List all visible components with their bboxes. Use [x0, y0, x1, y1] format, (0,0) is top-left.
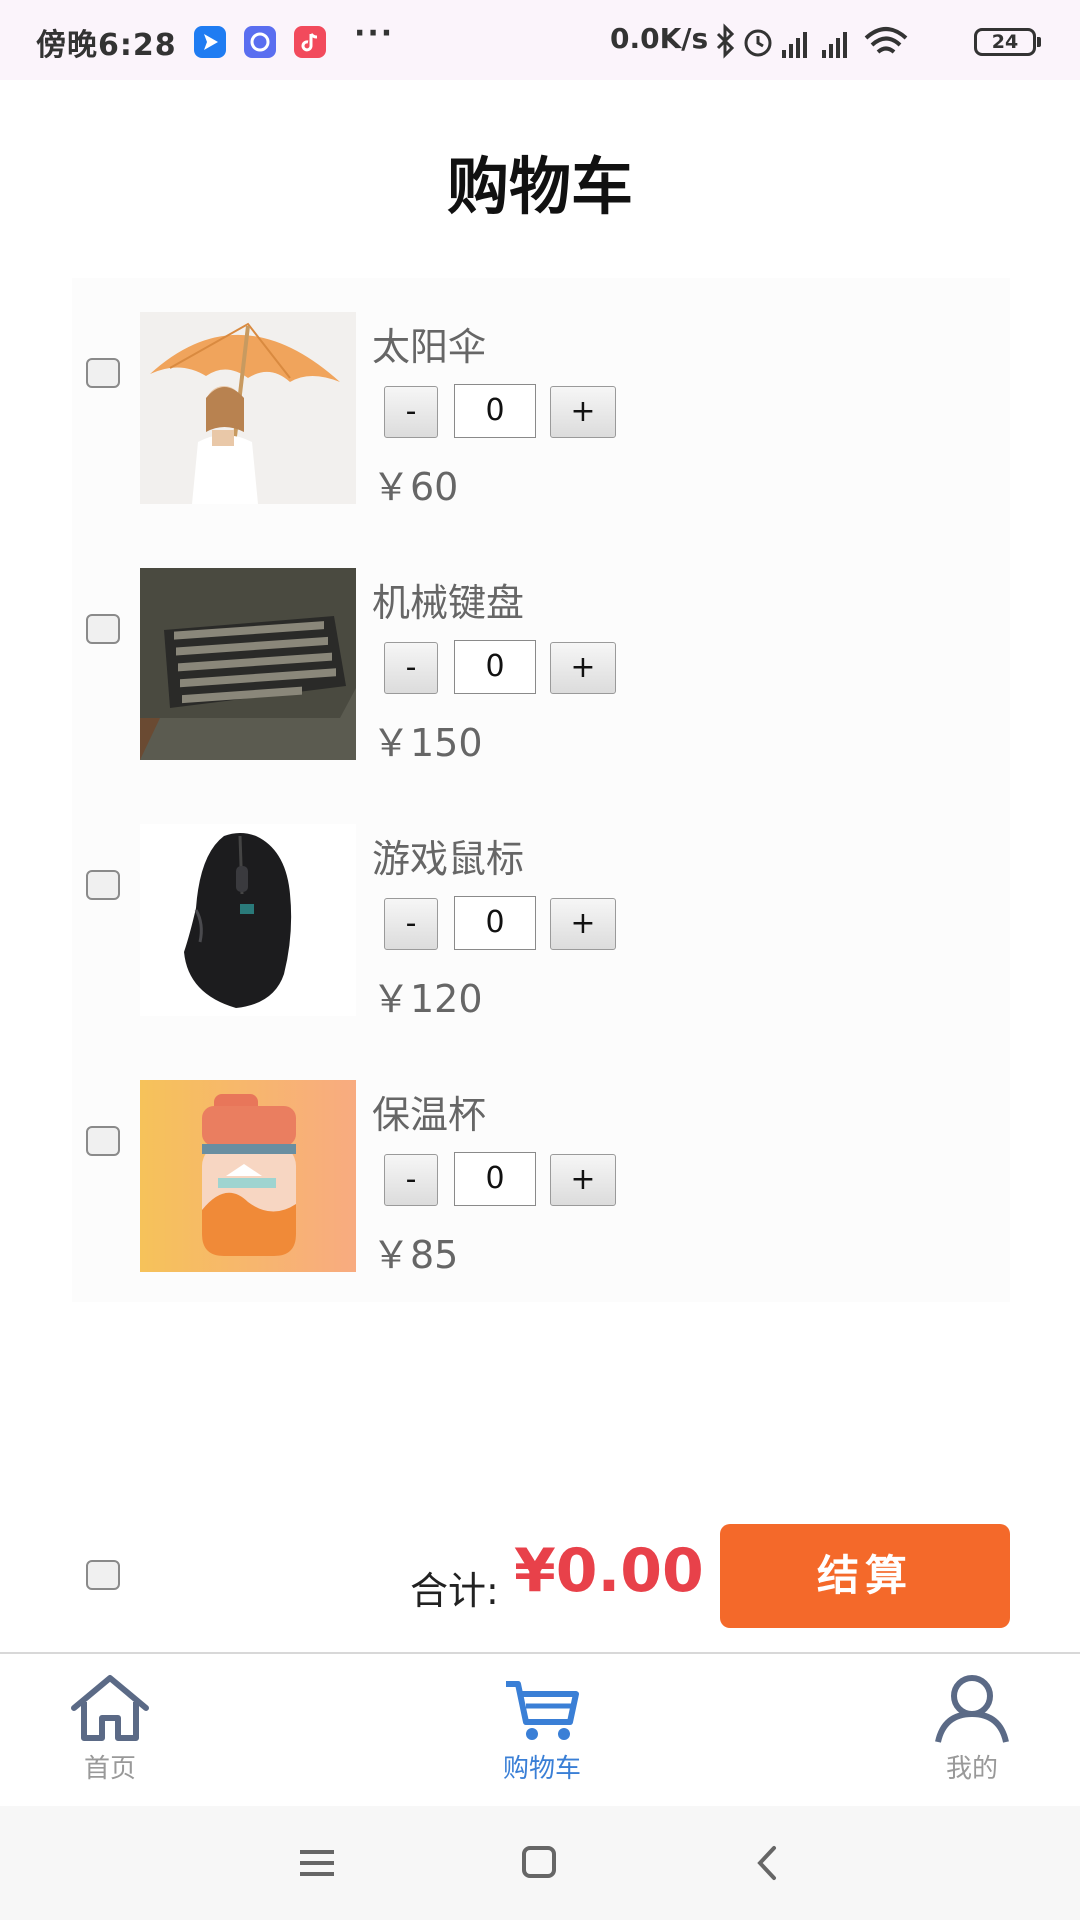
- total-amount: ¥0.00: [514, 1536, 704, 1606]
- item-name: 游戏鼠标: [372, 837, 525, 881]
- item-name: 保温杯: [372, 1093, 487, 1137]
- item-checkbox[interactable]: [86, 358, 120, 388]
- cart-item: 游戏鼠标 - 0 + ￥120: [72, 790, 1010, 1021]
- app-notification-icon: [244, 26, 276, 58]
- battery-indicator: 24: [974, 28, 1041, 56]
- app-notification-icon: [194, 26, 226, 58]
- menu-icon[interactable]: [292, 1838, 342, 1888]
- status-time: 傍晚6:28: [36, 28, 177, 63]
- item-price: ￥60: [372, 465, 459, 509]
- item-checkbox[interactable]: [86, 1126, 120, 1156]
- total-label: 合计:: [410, 1569, 499, 1613]
- system-nav-bar: [0, 1806, 1080, 1920]
- cart-item: 机械键盘 - 0 + ￥150: [72, 534, 1010, 765]
- quantity-input[interactable]: 0: [454, 640, 536, 694]
- item-checkbox[interactable]: [86, 614, 120, 644]
- home-icon: [71, 1675, 149, 1741]
- tab-home[interactable]: 首页: [10, 1672, 210, 1792]
- item-price: ￥85: [372, 1233, 459, 1277]
- cart-item: 太阳伞 - 0 + ￥60: [72, 278, 1010, 509]
- cart-item: 保温杯 - 0 + ￥85: [72, 1046, 1010, 1277]
- quantity-input[interactable]: 0: [454, 384, 536, 438]
- item-checkbox[interactable]: [86, 870, 120, 900]
- increase-quantity-button[interactable]: +: [550, 386, 616, 438]
- tab-label: 我的: [945, 1754, 998, 1784]
- decrease-quantity-button[interactable]: -: [384, 1154, 438, 1206]
- tab-label: 首页: [83, 1754, 136, 1784]
- item-name: 机械键盘: [372, 581, 525, 625]
- wifi-icon: [864, 27, 908, 54]
- back-icon[interactable]: [742, 1838, 792, 1888]
- item-price: ￥150: [372, 721, 483, 765]
- user-icon: [935, 1675, 1009, 1743]
- item-name: 太阳伞: [372, 325, 487, 369]
- page-title: 购物车: [446, 150, 633, 223]
- system-status-icons: [716, 23, 908, 59]
- tab-bar: 首页 购物车 我的: [0, 1652, 1080, 1806]
- quantity-input[interactable]: 0: [454, 896, 536, 950]
- home-square-icon[interactable]: [514, 1838, 564, 1888]
- music-app-icon: [294, 26, 326, 58]
- increase-quantity-button[interactable]: +: [550, 1154, 616, 1206]
- more-notifications-icon: ···: [354, 16, 395, 51]
- increase-quantity-button[interactable]: +: [550, 642, 616, 694]
- decrease-quantity-button[interactable]: -: [384, 386, 438, 438]
- decrease-quantity-button[interactable]: -: [384, 898, 438, 950]
- item-price: ￥120: [372, 977, 483, 1021]
- tab-label: 购物车: [502, 1754, 581, 1784]
- bluetooth-icon: [716, 23, 735, 59]
- alarm-icon: [744, 29, 772, 57]
- cart-list: 太阳伞 - 0 + ￥60 机械键盘 - 0 + ￥150 游戏鼠标 - 0 +…: [72, 278, 1010, 1302]
- select-all-checkbox[interactable]: [86, 1560, 120, 1590]
- cart-screen: 傍晚6:28 ··· 0.0K/s 24 购物车 太阳伞 - 0 + ￥60 机…: [0, 0, 1080, 1920]
- tab-mine[interactable]: 我的: [872, 1672, 1072, 1792]
- status-bar: 傍晚6:28 ··· 0.0K/s 24: [0, 0, 1080, 80]
- product-image-keyboard: [140, 568, 356, 760]
- product-image-mouse: [140, 824, 356, 1016]
- product-image-thermos: [140, 1080, 356, 1272]
- cart-icon: [506, 1681, 579, 1740]
- checkout-button[interactable]: 结算: [720, 1524, 1010, 1628]
- increase-quantity-button[interactable]: +: [550, 898, 616, 950]
- signal-icon: [782, 32, 807, 58]
- signal-icon: [822, 32, 847, 58]
- quantity-input[interactable]: 0: [454, 1152, 536, 1206]
- product-image-umbrella: [140, 312, 356, 504]
- decrease-quantity-button[interactable]: -: [384, 642, 438, 694]
- tab-cart[interactable]: 购物车: [442, 1672, 642, 1792]
- network-speed: 0.0K/s: [610, 22, 709, 55]
